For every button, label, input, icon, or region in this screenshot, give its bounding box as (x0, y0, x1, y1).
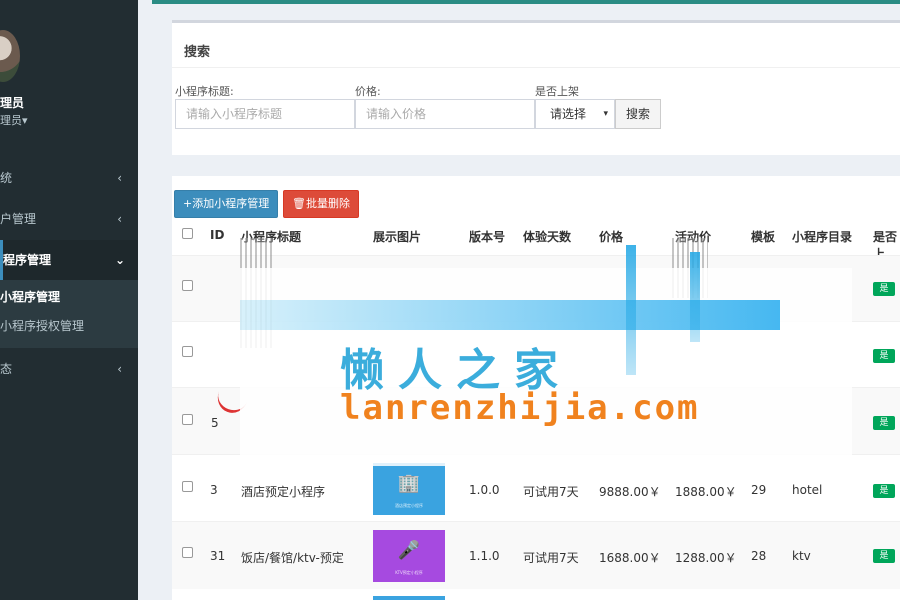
watermark-bar (626, 245, 636, 375)
status-badge: 是 (873, 549, 895, 563)
batch-delete-button[interactable]: 🗑批量删除 (283, 190, 359, 218)
row-version: 1.0.0 (469, 483, 500, 497)
row-trial-days: 可试用7天 (523, 485, 579, 499)
row-checkbox[interactable] (182, 414, 193, 425)
search-panel-title: 搜索 (184, 45, 211, 60)
sidebar-item-label: 户管理 (0, 212, 37, 226)
trash-icon: 🗑 (292, 197, 306, 210)
row-sale-price: 1888.00￥ (675, 485, 737, 499)
header-id[interactable]: ID (210, 228, 224, 242)
status-badge: 是 (873, 484, 895, 498)
title-filter-input[interactable]: 请输入小程序标题 (175, 99, 355, 129)
row-id: 5 (211, 416, 219, 430)
header-directory[interactable]: 小程序目录 (792, 228, 852, 245)
row-checkbox[interactable] (182, 346, 193, 357)
header-version[interactable]: 版本号 (469, 228, 505, 245)
price-filter-label: 价格: (355, 85, 381, 98)
status-select[interactable]: 请选择 ▾ (535, 99, 615, 129)
header-trial-days[interactable]: 体验天数 (523, 228, 571, 245)
header-template[interactable]: 模板 (751, 228, 775, 245)
status-select-value: 请选择 (550, 107, 587, 121)
row-checkbox[interactable] (182, 280, 193, 291)
title-filter-label: 小程序标题: (175, 85, 234, 98)
add-miniprogram-button[interactable]: +添加小程序管理 (174, 190, 279, 218)
price-filter-input[interactable]: 请输入价格 (355, 99, 535, 129)
building-icon: 🏢 (397, 473, 421, 494)
status-badge: 是 (873, 349, 895, 363)
row-checkbox[interactable] (182, 547, 193, 558)
row-checkbox[interactable] (182, 481, 193, 492)
row-template: 28 (751, 549, 767, 563)
header-price[interactable]: 价格 (599, 228, 623, 245)
sidebar-item-status[interactable]: 态 ‹ (0, 349, 138, 389)
row-version: 1.1.0 (469, 549, 500, 563)
chevron-left-icon: ‹ (117, 362, 122, 376)
search-button[interactable]: 搜索 (615, 99, 662, 129)
delete-button-label: 批量删除 (305, 197, 350, 210)
plus-icon: + (183, 197, 193, 210)
sidebar-item-system[interactable]: 统 ‹ (0, 158, 138, 198)
submenu-item-auth-manage[interactable]: 小程序授权管理 (0, 317, 84, 334)
select-all-checkbox[interactable] (182, 228, 193, 239)
sidebar-item-label: 程序管理 (3, 253, 52, 267)
row-directory: hotel (792, 483, 823, 497)
status-badge: 是 (873, 282, 895, 296)
row-trial-days: 可试用7天 (523, 551, 579, 565)
sidebar-item-label: 统 (0, 171, 13, 185)
watermark-url: lanrenzhijia.com (340, 388, 700, 428)
row-directory: ktv (792, 549, 811, 563)
avatar[interactable] (0, 30, 20, 82)
row-thumbnail[interactable]: 🏢 酒店预定小程序 (373, 463, 445, 515)
divider (172, 67, 900, 68)
row-id: 3 (210, 483, 218, 497)
watermark-bar (690, 252, 700, 342)
row-sale-price: 1288.00￥ (675, 551, 737, 565)
row-thumbnail[interactable]: 🎤 KTV预定小程序 (373, 530, 445, 582)
chevron-left-icon: ‹ (117, 212, 122, 226)
caret-down-icon: ▾ (22, 114, 28, 127)
sidebar-item-miniprogram[interactable]: 程序管理 ⌄ (0, 240, 138, 280)
row-thumbnail-partial (373, 596, 445, 600)
row-price: 1688.00￥ (599, 551, 661, 565)
submenu: 小程序管理 小程序授权管理 (0, 280, 138, 348)
user-role-label: 理员 (0, 114, 22, 127)
user-name: 理员 (0, 96, 25, 110)
user-role-dropdown[interactable]: 理员▾ (0, 112, 28, 128)
sidebar: 理员 理员▾ 统 ‹ 户管理 ‹ 程序管理 ⌄ 小程序管理 小程序授权管理 态 … (0, 0, 138, 600)
sidebar-item-label: 态 (0, 362, 13, 376)
status-filter-label: 是否上架 (535, 85, 579, 98)
thumbnail-caption: 酒店预定小程序 (395, 503, 423, 508)
row-id: 31 (210, 549, 226, 563)
thumbnail-caption: KTV预定小程序 (395, 570, 423, 575)
chevron-left-icon: ‹ (117, 171, 122, 185)
add-button-label: 添加小程序管理 (192, 197, 270, 210)
row-title: 饭店/餐馆/ktv-预定 (241, 551, 344, 565)
row-template: 29 (751, 483, 767, 497)
top-bar (152, 0, 900, 4)
row-title: 酒店预定小程序 (241, 485, 326, 499)
microphone-icon: 🎤 (397, 540, 421, 561)
sidebar-item-users[interactable]: 户管理 ‹ (0, 199, 138, 239)
table-row: 31 饭店/餐馆/ktv-预定 🎤 KTV预定小程序 1.1.0 可试用7天 1… (172, 521, 900, 589)
header-image[interactable]: 展示图片 (373, 228, 421, 245)
chevron-down-icon: ⌄ (114, 253, 125, 267)
row-price: 9888.00￥ (599, 485, 661, 499)
submenu-item-miniprogram-manage[interactable]: 小程序管理 (0, 288, 60, 305)
status-badge: 是 (873, 416, 895, 430)
caret-down-icon: ▾ (603, 109, 608, 119)
